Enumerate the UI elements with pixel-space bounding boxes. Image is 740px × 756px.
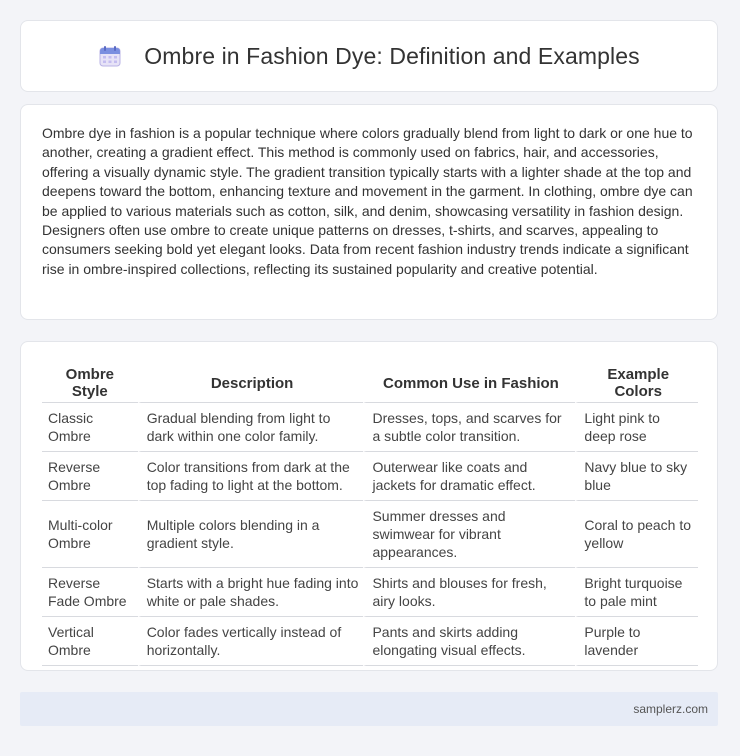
intro-card: Ombre dye in fashion is a popular techni… [20,104,718,320]
cell-description: Color fades vertically instead of horizo… [137,617,364,666]
cell-colors: Coral to peach to yellow [575,501,698,568]
cell-description: Starts with a bright hue fading into whi… [137,568,364,617]
column-header-description: Description [137,362,364,403]
page-title: Ombre in Fashion Dye: Definition and Exa… [144,42,640,69]
cell-colors: Light pink to deep rose [575,403,698,452]
title-card: Ombre in Fashion Dye: Definition and Exa… [20,20,718,92]
column-header-colors: Example Colors [575,362,698,403]
cell-colors: Purple to lavender [575,617,698,666]
intro-paragraph: Ombre dye in fashion is a popular techni… [42,125,693,277]
cell-use: Shirts and blouses for fresh, airy looks… [363,568,576,617]
cell-use: Summer dresses and swimwear for vibrant … [363,501,576,568]
column-header-style: Ombre Style [42,362,138,403]
table-card: Ombre Style Description Common Use in Fa… [20,341,718,671]
ombre-table: Ombre Style Description Common Use in Fa… [42,362,698,666]
cell-use: Outerwear like coats and jackets for dra… [363,452,576,501]
column-header-use: Common Use in Fashion [363,362,576,403]
footer-bar: samplerz.com [20,692,718,726]
cell-description: Gradual blending from light to dark with… [137,403,364,452]
cell-style: Reverse Fade Ombre [42,568,138,617]
cell-style: Multi-color Ombre [42,501,138,568]
table-row: Vertical Ombre Color fades vertically in… [42,617,698,666]
cell-colors: Bright turquoise to pale mint [575,568,698,617]
footer-site-link[interactable]: samplerz.com [633,702,708,716]
table-row: Multi-color Ombre Multiple colors blendi… [42,501,698,568]
cell-description: Multiple colors blending in a gradient s… [137,501,364,568]
cell-use: Dresses, tops, and scarves for a subtle … [363,403,576,452]
cell-colors: Navy blue to sky blue [575,452,698,501]
cell-style: Classic Ombre [42,403,138,452]
table-header-row: Ombre Style Description Common Use in Fa… [42,362,698,403]
cell-description: Color transitions from dark at the top f… [137,452,364,501]
cell-style: Reverse Ombre [42,452,138,501]
table-row: Reverse Fade Ombre Starts with a bright … [42,568,698,617]
calendar-icon [99,46,121,67]
table-row: Reverse Ombre Color transitions from dar… [42,452,698,501]
cell-style: Vertical Ombre [42,617,138,666]
table-row: Classic Ombre Gradual blending from ligh… [42,403,698,452]
cell-use: Pants and skirts adding elongating visua… [363,617,576,666]
